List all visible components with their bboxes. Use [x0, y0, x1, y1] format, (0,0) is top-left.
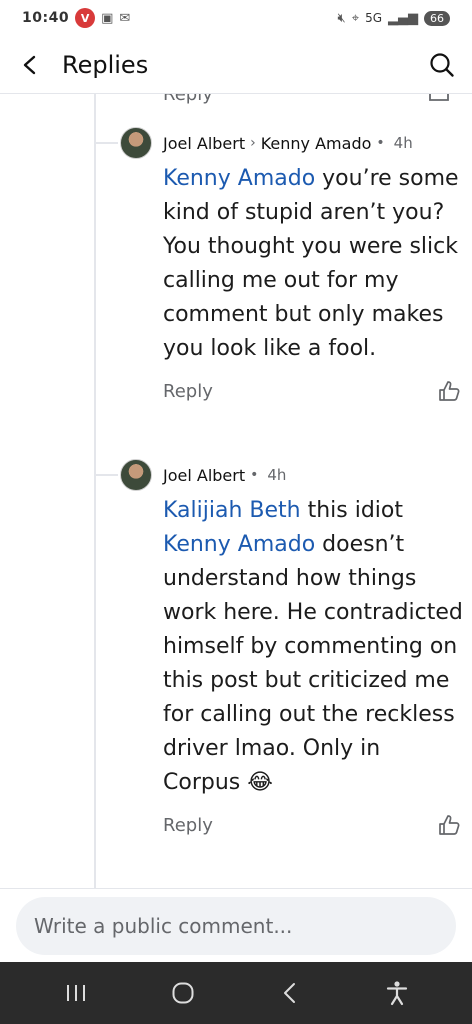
status-time: 10:40: [22, 10, 70, 26]
thread-connector: [96, 474, 118, 476]
comment-item: Joel Albert › Kenny Amado • 4h Kenny Ama…: [96, 127, 463, 404]
back-nav-button[interactable]: [260, 968, 320, 1018]
status-left: 10:40 V ▣ ✉: [22, 8, 130, 28]
comment-item: Joel Albert • 4h Kalijiah Beth this idio…: [96, 459, 463, 838]
comment-actions: Reply: [163, 378, 460, 404]
comment-text-part-2: doesn’t understand how things work here.…: [163, 532, 463, 795]
status-bar: 10:40 V ▣ ✉ 🔇︎ ⌖ 5G ▂▄▆ 66: [0, 0, 472, 36]
partial-like-button[interactable]: [428, 94, 450, 107]
dot-separator: •: [376, 135, 385, 151]
network-label: 5G: [365, 11, 382, 25]
battery-indicator: 66: [424, 10, 450, 26]
thread-line: [94, 94, 96, 888]
mention-link[interactable]: Kalijiah Beth: [163, 498, 301, 523]
back-icon: [283, 983, 295, 1003]
thread-connector: [96, 142, 118, 144]
comment-author[interactable]: Joel Albert: [163, 466, 245, 485]
home-icon: [172, 982, 193, 1004]
mention-link[interactable]: Kenny Amado: [163, 532, 315, 557]
dot-separator: •: [250, 467, 259, 483]
vpn-icon: V: [75, 8, 96, 28]
reply-button[interactable]: Reply: [163, 815, 213, 836]
replies-thread[interactable]: Reply Joel Albert › Kenny Amado • 4h Ken…: [0, 94, 472, 888]
comment-composer: [0, 888, 472, 962]
comment-text: Kenny Amado you’re some kind of stupid a…: [163, 162, 463, 366]
mention-link[interactable]: Kenny Amado: [163, 166, 315, 191]
thumbs-up-icon: [439, 815, 460, 835]
comment-actions: Reply: [163, 812, 460, 838]
recent-apps-button[interactable]: [46, 968, 106, 1018]
system-nav-bar: [0, 962, 472, 1024]
location-icon: ⌖: [351, 10, 360, 26]
comment-time: 4h: [393, 134, 413, 152]
mail-icon: ✉: [119, 10, 131, 26]
recent-apps-icon: [66, 985, 85, 1001]
avatar[interactable]: [120, 459, 152, 491]
comment-header: Joel Albert • 4h: [120, 459, 460, 491]
thumbs-up-icon: [439, 381, 460, 401]
avatar[interactable]: [120, 127, 152, 159]
header: Replies: [0, 36, 472, 94]
comment-author[interactable]: Joel Albert: [163, 134, 245, 153]
screenshot-icon: ▣: [101, 10, 114, 26]
accessibility-icon: [386, 981, 407, 1006]
comment-header: Joel Albert › Kenny Amado • 4h: [120, 127, 460, 159]
comment-text-part-1: this idiot: [300, 498, 403, 523]
like-button[interactable]: [436, 812, 462, 838]
comment-input[interactable]: [16, 897, 456, 955]
search-icon: [430, 52, 454, 77]
chevron-left-icon: [23, 55, 36, 74]
reply-to-name[interactable]: Kenny Amado: [261, 134, 372, 153]
like-button[interactable]: [436, 378, 462, 404]
status-right: 🔇︎ ⌖ 5G ▂▄▆ 66: [337, 10, 450, 26]
signal-icon: ▂▄▆: [388, 10, 418, 26]
comment-text: Kalijiah Beth this idiot Kenny Amado doe…: [163, 494, 463, 800]
reply-to-arrow-icon: ›: [250, 135, 256, 151]
page-title: Replies: [62, 50, 149, 79]
mute-icon: 🔇︎: [337, 10, 346, 26]
back-button[interactable]: [0, 36, 60, 94]
home-button[interactable]: [153, 968, 213, 1018]
accessibility-button[interactable]: [367, 968, 427, 1018]
thumbs-up-icon: [429, 94, 449, 101]
comment-text-body: you’re some kind of stupid aren’t you? Y…: [163, 166, 459, 361]
partial-reply-link[interactable]: Reply: [163, 94, 213, 105]
search-button[interactable]: [412, 36, 472, 94]
reply-button[interactable]: Reply: [163, 381, 213, 402]
laughing-emoji-icon: 😂: [247, 770, 273, 795]
comment-time: 4h: [267, 466, 287, 484]
